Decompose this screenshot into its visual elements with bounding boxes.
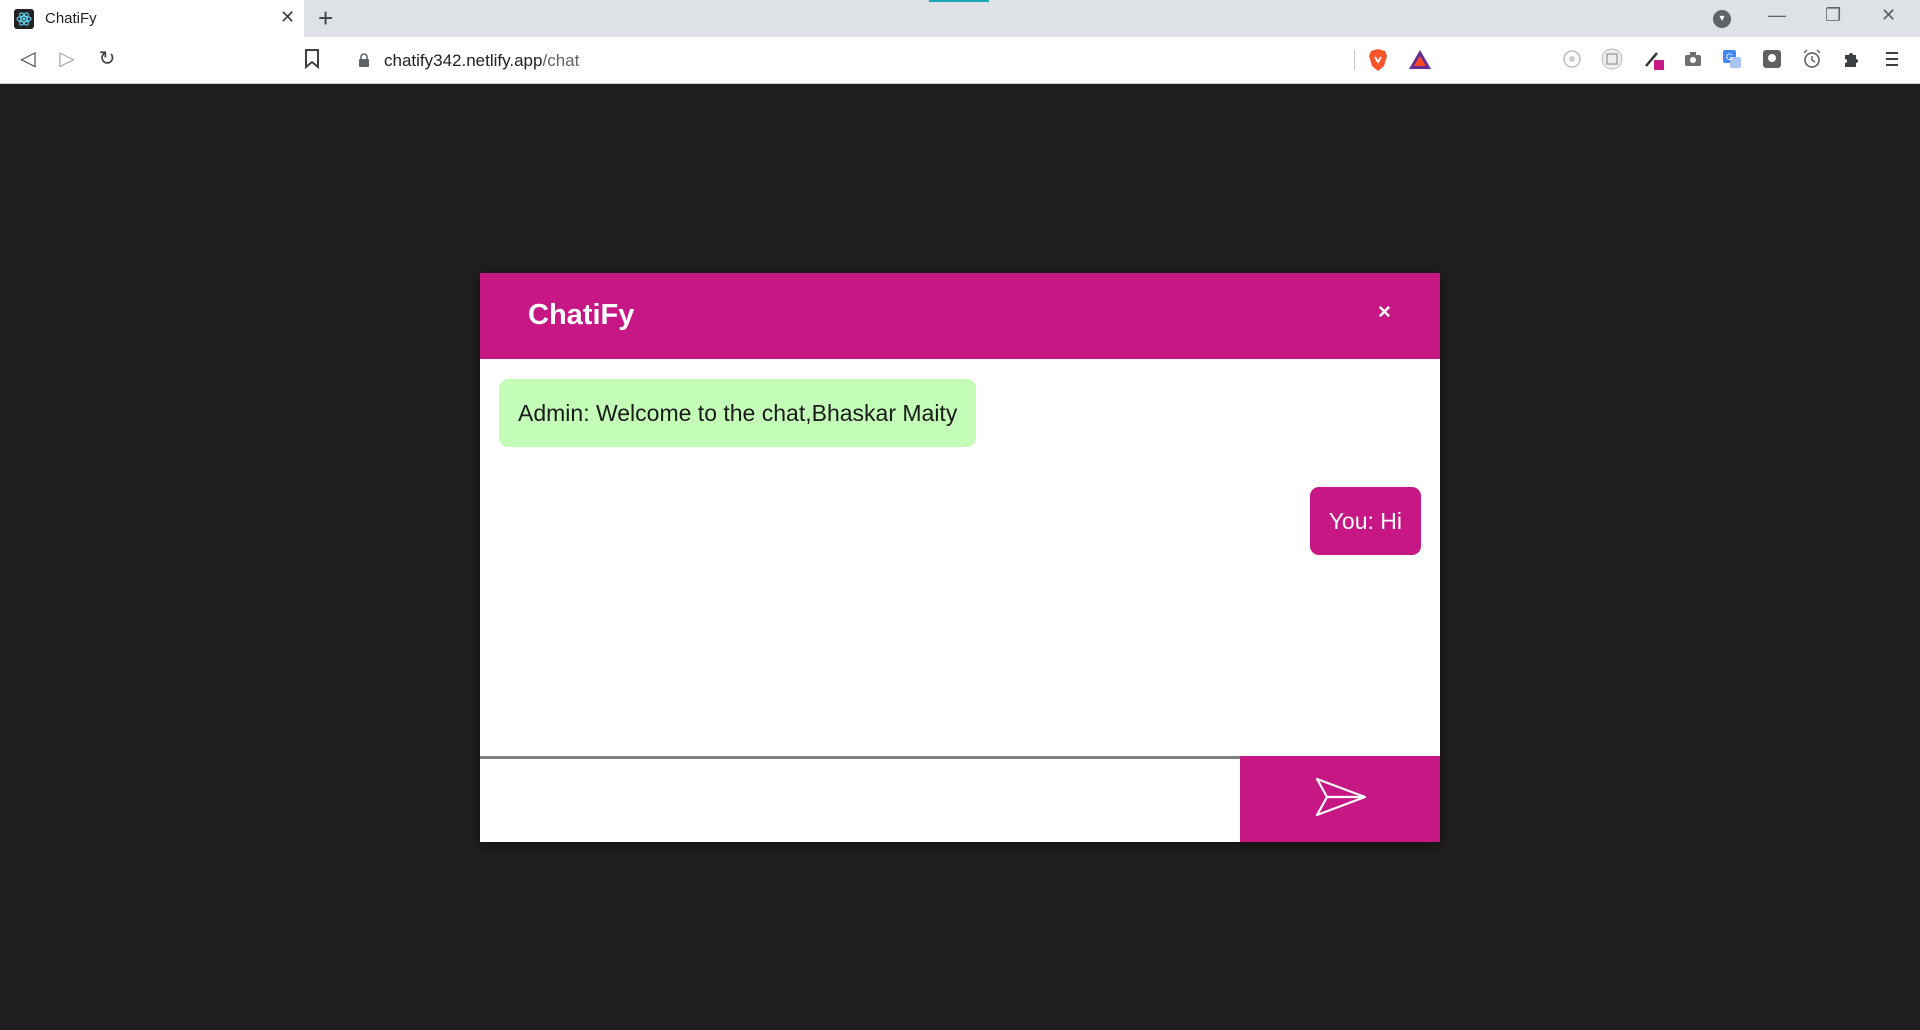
back-button[interactable]: ◁ — [16, 47, 40, 71]
svg-text:G: G — [1726, 52, 1733, 62]
message-bubble-admin: Admin: Welcome to the chat,Bhaskar Maity — [499, 379, 977, 447]
forward-button[interactable]: ▷ — [55, 47, 79, 71]
tab-title: ChatiFy — [45, 10, 97, 27]
restore-button[interactable]: ❐ — [1825, 5, 1841, 26]
browser-tab-chatify[interactable]: ChatiFy ✕ — [0, 0, 304, 37]
browser-tab-strip: ChatiFy ✕ + ▾ — ❐ ✕ — [0, 0, 1920, 37]
tab-loading-indicator — [929, 0, 989, 2]
omnibox-divider — [1354, 50, 1355, 70]
extension-icon-1[interactable] — [1561, 48, 1583, 70]
extension-icon-2[interactable] — [1601, 48, 1623, 70]
chat-window: ChatiFy × Admin: Welcome to the chat,Bha… — [480, 273, 1440, 842]
lock-icon — [359, 53, 369, 67]
message-input[interactable] — [480, 756, 1240, 842]
tab-close-button[interactable]: ✕ — [280, 7, 295, 28]
react-favicon-icon — [14, 9, 34, 29]
camera-extension-icon[interactable] — [1682, 48, 1704, 70]
new-tab-button[interactable]: + — [318, 3, 333, 34]
send-button[interactable] — [1240, 756, 1440, 842]
translate-extension-icon[interactable]: G — [1721, 48, 1743, 70]
message-composer — [480, 756, 1440, 842]
menu-icon[interactable] — [1881, 48, 1903, 70]
message-bubble-you: You: Hi — [1309, 487, 1421, 555]
url-path: /chat — [542, 51, 580, 70]
address-bar[interactable]: chatify342.netlify.app/chat — [342, 43, 1444, 77]
send-icon — [1315, 777, 1367, 817]
message-list: Admin: Welcome to the chat,Bhaskar Maity… — [480, 359, 1440, 756]
color-picker-extension-icon[interactable] — [1643, 48, 1665, 70]
window-close-button[interactable]: ✕ — [1881, 5, 1896, 26]
alarm-extension-icon[interactable] — [1801, 48, 1823, 70]
profile-extension-icon[interactable] — [1761, 48, 1783, 70]
url-text: chatify342.netlify.app/chat — [384, 51, 579, 71]
url-host: chatify342.netlify.app — [384, 51, 543, 70]
brave-shields-icon[interactable] — [1367, 48, 1389, 72]
reload-button[interactable]: ↻ — [95, 47, 119, 71]
chat-header: ChatiFy × — [480, 273, 1440, 359]
tab-search-icon[interactable]: ▾ — [1713, 10, 1731, 28]
brave-rewards-icon[interactable] — [1408, 49, 1432, 71]
minimize-button[interactable]: — — [1768, 5, 1786, 26]
chat-title: ChatiFy — [528, 299, 635, 331]
puzzle-icon[interactable] — [1841, 48, 1863, 70]
bookmark-icon[interactable] — [303, 48, 321, 70]
browser-toolbar: ◁ ▷ ↻ chatify342.netlify.app/chat G — [0, 37, 1920, 84]
chat-close-button[interactable]: × — [1378, 299, 1391, 325]
